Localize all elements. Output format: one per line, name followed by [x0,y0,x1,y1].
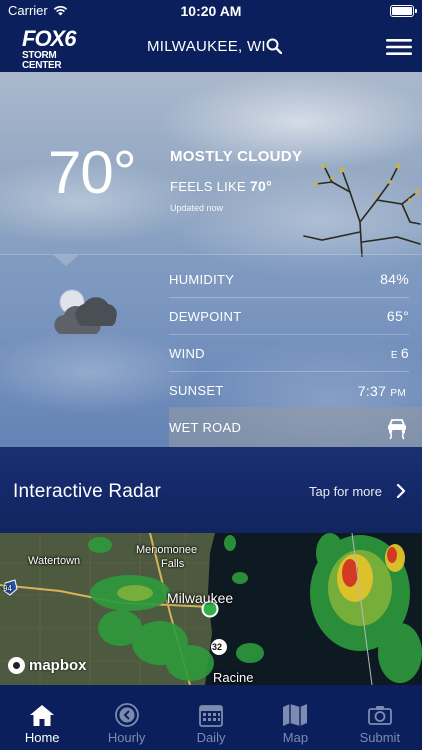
interstate-shield-94: 94 [3,584,12,593]
route-shield-32: 32 [212,642,223,652]
wind-label: WIND [169,345,205,361]
dewpoint-value: 65° [386,308,409,324]
tree-branches-image [303,163,421,257]
radar-map[interactable]: Watertown Menomonee Falls Milwaukee Raci… [0,533,422,685]
nav-bar: FOX6 STORM CENTER MILWAUKEE, WI [0,22,422,72]
calendar-icon [199,705,223,727]
mapbox-icon [8,657,25,674]
camera-icon [367,706,392,725]
location-label[interactable]: MILWAUKEE, WI [147,38,266,55]
map-label-falls: Falls [161,558,185,570]
battery-icon [390,5,417,17]
wind-row: WIND E6 [169,335,409,372]
status-bar: Carrier 10:20 AM [0,0,422,22]
chevron-right-icon[interactable] [395,484,407,498]
sunset-label: SUNSET [169,383,224,398]
tab-home-label: Home [24,730,60,745]
logo-main: FOX6 [22,26,76,51]
hamburger-menu-icon[interactable] [386,38,412,56]
condition-text: MOSTLY CLOUDY [170,148,303,165]
feels-like-label: FEELS LIKE [170,179,246,194]
sunset-time: 7:37 [357,382,387,399]
tab-daily-label: Daily [196,730,226,745]
updated-text: Updated now [170,203,224,213]
hourly-clock-icon [114,703,139,727]
road-condition-row[interactable]: WET ROAD [169,407,422,447]
fox6-logo: FOX6 STORM CENTER [22,26,92,71]
tab-bar: Home Hourly Daily Map Submit [0,685,422,750]
logo-sub: STORM CENTER [22,50,62,71]
tab-submit[interactable]: Submit [338,685,422,750]
tap-for-more-link[interactable]: Tap for more [309,484,382,499]
home-icon [30,705,55,726]
map-label-racine: Racine [213,670,254,685]
dewpoint-row: DEWPOINT 65° [169,298,409,335]
feels-like-row: FEELS LIKE 70° [170,178,272,194]
tab-submit-label: Submit [359,730,401,745]
wind-speed: 6 [400,345,409,361]
sunset-row: SUNSET 7:37 PM [169,372,409,409]
tab-hourly[interactable]: Hourly [84,685,168,750]
current-temperature: 70° [48,139,137,206]
map-label-watertown: Watertown [28,555,81,567]
tab-map-label: Map [282,730,309,745]
radar-title: Interactive Radar [13,481,162,502]
wind-value-group: E6 [391,345,409,361]
radar-header[interactable]: Interactive Radar Tap for more [0,447,422,533]
humidity-label: HUMIDITY [169,271,235,287]
dewpoint-label: DEWPOINT [169,308,242,324]
slippery-road-icon [388,419,406,440]
mapbox-attribution: mapbox [29,657,87,674]
search-icon[interactable] [266,38,282,54]
wind-direction: E [390,350,398,361]
tab-map[interactable]: Map [253,685,337,750]
tab-daily[interactable]: Daily [169,685,253,750]
sunset-suffix: PM [390,387,406,399]
mapbox-logo: mapbox [8,657,87,674]
humidity-value: 84% [380,271,409,287]
map-label-milwaukee: Milwaukee [167,590,234,606]
road-condition-label: WET ROAD [169,419,242,435]
map-icon [283,704,308,726]
current-conditions-panel: 70° MOSTLY CLOUDY FEELS LIKE 70° Updated… [0,72,422,447]
tab-home[interactable]: Home [0,685,84,750]
humidity-row: HUMIDITY 84% [169,261,409,298]
panel-notch [52,254,80,266]
status-time: 10:20 AM [180,3,242,19]
mostly-cloudy-icon [54,289,117,334]
sunset-value-group: 7:37 PM [358,383,409,399]
map-label-menomonee: Menomonee [136,544,198,556]
feels-like-value: 70° [249,178,272,194]
tab-hourly-label: Hourly [107,730,146,745]
